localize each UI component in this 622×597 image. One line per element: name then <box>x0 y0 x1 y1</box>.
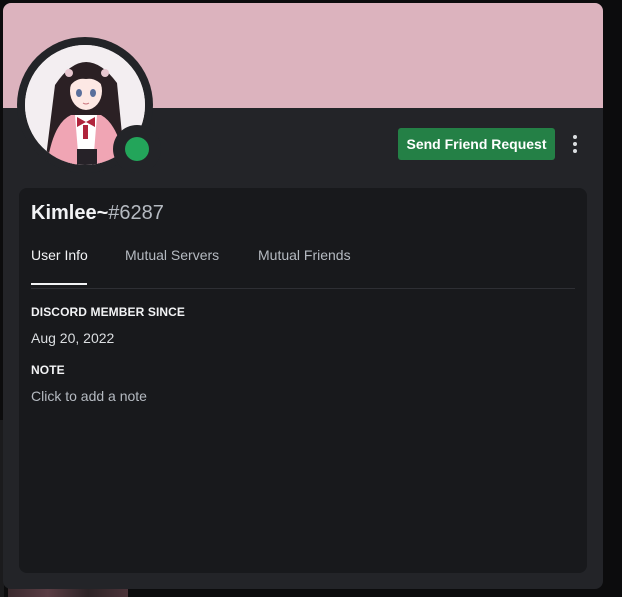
member-since-value: Aug 20, 2022 <box>31 330 115 346</box>
tab-mutual-servers[interactable]: Mutual Servers <box>125 247 219 263</box>
discriminator: #6287 <box>108 202 164 224</box>
username: Kimlee~ <box>31 202 109 224</box>
online-status-icon <box>125 137 149 161</box>
profile-tabs: User Info Mutual Servers Mutual Friends <box>31 244 575 289</box>
note-heading: NOTE <box>31 363 65 377</box>
username-heading: Kimlee~#6287 <box>31 202 164 225</box>
more-vertical-icon <box>573 135 577 139</box>
more-vertical-icon <box>573 142 577 146</box>
active-tab-indicator <box>31 283 87 285</box>
tab-mutual-friends[interactable]: Mutual Friends <box>258 247 351 263</box>
note-input[interactable]: Click to add a note <box>31 388 147 404</box>
user-profile-modal: Send Friend Request Kimlee~#6287 User In… <box>3 3 603 589</box>
more-vertical-icon <box>573 149 577 153</box>
send-friend-request-button[interactable]: Send Friend Request <box>398 128 555 160</box>
more-options-button[interactable] <box>565 131 585 157</box>
tab-user-info[interactable]: User Info <box>31 247 88 263</box>
avatar-frame <box>17 37 161 173</box>
member-since-heading: DISCORD MEMBER SINCE <box>31 305 186 319</box>
background-image-strip <box>8 588 128 597</box>
profile-info-panel: Kimlee~#6287 User Info Mutual Servers Mu… <box>19 188 587 573</box>
status-indicator <box>113 125 161 173</box>
